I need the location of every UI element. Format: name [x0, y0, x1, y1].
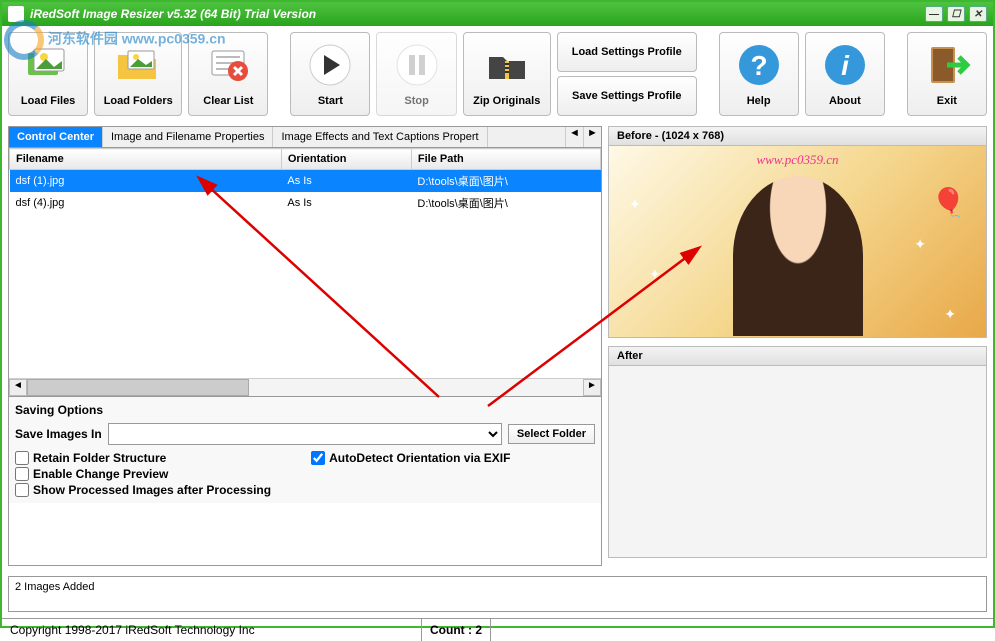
- file-table[interactable]: Filename Orientation File Path dsf (1).j…: [9, 148, 601, 378]
- saving-options: Saving Options Save Images In Select Fol…: [9, 396, 601, 503]
- image-watermark: www.pc0359.cn: [756, 152, 838, 168]
- save-folder-select[interactable]: [108, 423, 502, 445]
- tab-image-properties[interactable]: Image and Filename Properties: [103, 127, 273, 147]
- titlebar: iRedSoft Image Resizer v5.32 (64 Bit) Tr…: [2, 2, 993, 26]
- select-folder-button[interactable]: Select Folder: [508, 424, 595, 444]
- zip-icon: [483, 41, 531, 89]
- scroll-left-icon[interactable]: ◄: [9, 379, 27, 396]
- tab-scroll-right[interactable]: ►: [583, 127, 601, 147]
- svg-text:?: ?: [750, 50, 767, 81]
- before-preview: Before - (1024 x 768) www.pc0359.cn 🎈 ✦ …: [608, 126, 987, 338]
- saving-options-title: Saving Options: [15, 403, 595, 417]
- horizontal-scrollbar[interactable]: ◄ ►: [9, 378, 601, 396]
- col-filename[interactable]: Filename: [10, 149, 282, 170]
- exit-icon: [923, 41, 971, 89]
- help-button[interactable]: ? Help: [719, 32, 799, 116]
- before-image: www.pc0359.cn 🎈 ✦ ✦ ✦ ✦: [608, 146, 987, 338]
- window-title: iRedSoft Image Resizer v5.32 (64 Bit) Tr…: [30, 7, 925, 21]
- count-text: Count : 2: [422, 619, 491, 641]
- toolbar: Load Files Load Folders Clear List Start…: [2, 26, 993, 122]
- retain-folder-checkbox[interactable]: Retain Folder Structure: [15, 451, 271, 465]
- load-settings-button[interactable]: Load Settings Profile: [557, 32, 697, 72]
- load-folders-button[interactable]: Load Folders: [94, 32, 182, 116]
- close-button[interactable]: ✕: [969, 6, 987, 22]
- minimize-button[interactable]: —: [925, 6, 943, 22]
- enable-preview-checkbox[interactable]: Enable Change Preview: [15, 467, 271, 481]
- exit-button[interactable]: Exit: [907, 32, 987, 116]
- scroll-right-icon[interactable]: ►: [583, 379, 601, 396]
- autodetect-checkbox[interactable]: AutoDetect Orientation via EXIF: [311, 451, 510, 465]
- play-icon: [306, 41, 354, 89]
- clear-icon: [204, 41, 252, 89]
- photos-icon: [24, 41, 72, 89]
- stop-button: Stop: [376, 32, 456, 116]
- tab-image-effects[interactable]: Image Effects and Text Captions Propert: [273, 127, 487, 147]
- table-row[interactable]: dsf (4).jpg As Is D:\tools\桌面\图片\: [10, 192, 601, 214]
- tab-control-center[interactable]: Control Center: [9, 127, 103, 147]
- start-button[interactable]: Start: [290, 32, 370, 116]
- after-label: After: [608, 346, 987, 366]
- about-button[interactable]: i About: [805, 32, 885, 116]
- pause-icon: [393, 41, 441, 89]
- show-processed-checkbox[interactable]: Show Processed Images after Processing: [15, 483, 271, 497]
- col-orientation[interactable]: Orientation: [281, 149, 411, 170]
- status-text: 2 Images Added: [8, 576, 987, 612]
- svg-text:i: i: [841, 50, 850, 81]
- info-icon: i: [821, 41, 869, 89]
- app-icon: [8, 6, 24, 22]
- copyright-text: Copyright 1998-2017 iRedSoft Technology …: [2, 619, 422, 641]
- save-images-in-label: Save Images In: [15, 427, 102, 441]
- tab-bar: Control Center Image and Filename Proper…: [9, 127, 601, 148]
- before-label: Before - (1024 x 768): [608, 126, 987, 146]
- col-filepath[interactable]: File Path: [411, 149, 600, 170]
- folder-photos-icon: [114, 41, 162, 89]
- load-files-button[interactable]: Load Files: [8, 32, 88, 116]
- zip-originals-button[interactable]: Zip Originals: [463, 32, 551, 116]
- balloons-icon: 🎈: [931, 186, 966, 219]
- tab-scroll-left[interactable]: ◄: [565, 127, 583, 147]
- maximize-button[interactable]: ☐: [947, 6, 965, 22]
- help-icon: ?: [735, 41, 783, 89]
- after-preview: After: [608, 346, 987, 558]
- save-settings-button[interactable]: Save Settings Profile: [557, 76, 697, 116]
- footer: Copyright 1998-2017 iRedSoft Technology …: [2, 618, 993, 641]
- after-image: [608, 366, 987, 558]
- table-row[interactable]: dsf (1).jpg As Is D:\tools\桌面\图片\: [10, 170, 601, 193]
- clear-list-button[interactable]: Clear List: [188, 32, 268, 116]
